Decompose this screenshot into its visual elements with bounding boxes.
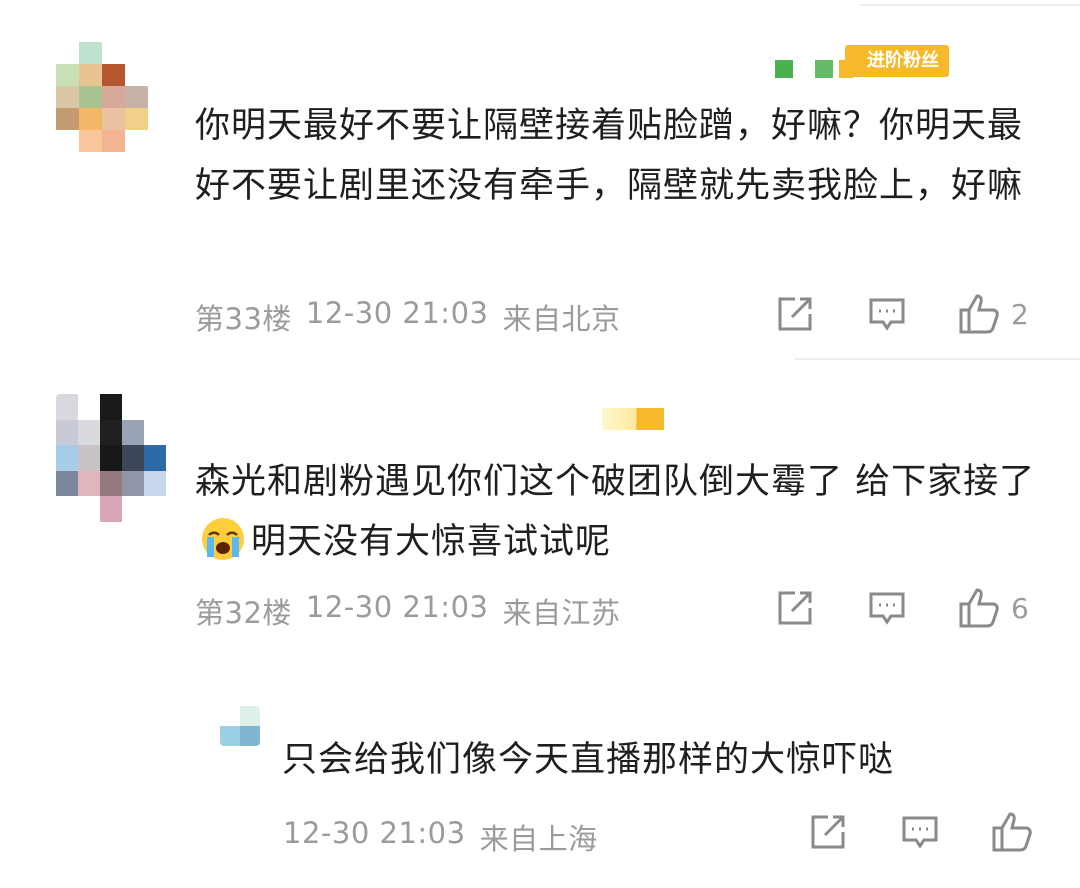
comment-button[interactable] (898, 810, 942, 854)
badge-decoration (602, 408, 664, 430)
reply-meta: 12-30 21:03 来自上海 (283, 816, 598, 858)
comment-text-part: 森光和剧粉遇见你们这个破团队倒大霉了 给下家接了 (195, 462, 1036, 502)
share-button[interactable] (773, 292, 817, 336)
badge-decoration (775, 60, 793, 78)
reply-location: 来自上海 (479, 822, 598, 856)
comment-time: 12-30 21:03 (305, 296, 489, 330)
top-divider (860, 4, 1080, 6)
share-button[interactable] (806, 810, 850, 854)
avatar[interactable] (56, 394, 166, 522)
badge-decoration (815, 60, 833, 78)
share-icon (778, 591, 812, 625)
reply-actions (806, 810, 1034, 854)
comment-icon (869, 298, 905, 331)
like-icon (959, 294, 999, 334)
like-button[interactable] (957, 586, 1001, 630)
like-count: 2 (1011, 297, 1029, 331)
floor-number: 第32楼 (195, 596, 292, 630)
crying-face-emoji (202, 518, 244, 560)
comment-location: 来自北京 (502, 302, 621, 336)
comment-text: 你明天最好不要让隔壁接着贴脸蹭，好嘛？你明天最好不要让剧里还没有牵手，隔壁就先卖… (195, 106, 1024, 206)
comment-meta: 第33楼 12-30 21:03 来自北京 (195, 296, 620, 338)
comment-item: 进阶粉丝 你明天最好不要让隔壁接着贴脸蹭，好嘛？你明天最好不要让剧里还没有牵手，… (0, 0, 1080, 360)
share-icon (811, 815, 845, 849)
comment-actions: 6 (773, 586, 1029, 630)
comment-item: 森光和剧粉遇见你们这个破团队倒大霉了 给下家接了 明天没有大惊喜试试呢 第32楼… (0, 360, 1080, 660)
comment-actions: 2 (773, 292, 1029, 336)
comment-button[interactable] (865, 292, 909, 336)
avatar[interactable] (220, 706, 260, 746)
like-button[interactable] (957, 292, 1001, 336)
comment-text-part: 明天没有大惊喜试试呢 (251, 522, 612, 562)
reply-time: 12-30 21:03 (283, 816, 466, 850)
avatar[interactable] (56, 42, 148, 152)
fan-level-badge: 进阶粉丝 (845, 45, 949, 77)
comment-time: 12-30 21:03 (305, 590, 489, 624)
share-button[interactable] (773, 586, 817, 630)
comment-meta: 第32楼 12-30 21:03 来自江苏 (195, 590, 620, 632)
like-icon (959, 588, 999, 628)
fan-badge: 进阶粉丝 (775, 44, 949, 78)
like-icon (992, 812, 1032, 852)
comment-text: 森光和剧粉遇见你们这个破团队倒大霉了 给下家接了 明天没有大惊喜试试呢 (195, 452, 1045, 572)
comment-location: 来自江苏 (502, 596, 621, 630)
share-icon (778, 297, 812, 331)
comment-button[interactable] (865, 586, 909, 630)
badge-decoration (793, 52, 811, 70)
comment-icon (869, 592, 905, 625)
comment-icon (902, 816, 938, 849)
like-button[interactable] (990, 810, 1034, 854)
reply-text: 只会给我们像今天直播那样的大惊吓哒 (282, 740, 895, 780)
reply-item: 只会给我们像今天直播那样的大惊吓哒 12-30 21:03 来自上海 (0, 660, 1080, 888)
floor-number: 第33楼 (195, 302, 292, 336)
like-count: 6 (1011, 591, 1029, 625)
